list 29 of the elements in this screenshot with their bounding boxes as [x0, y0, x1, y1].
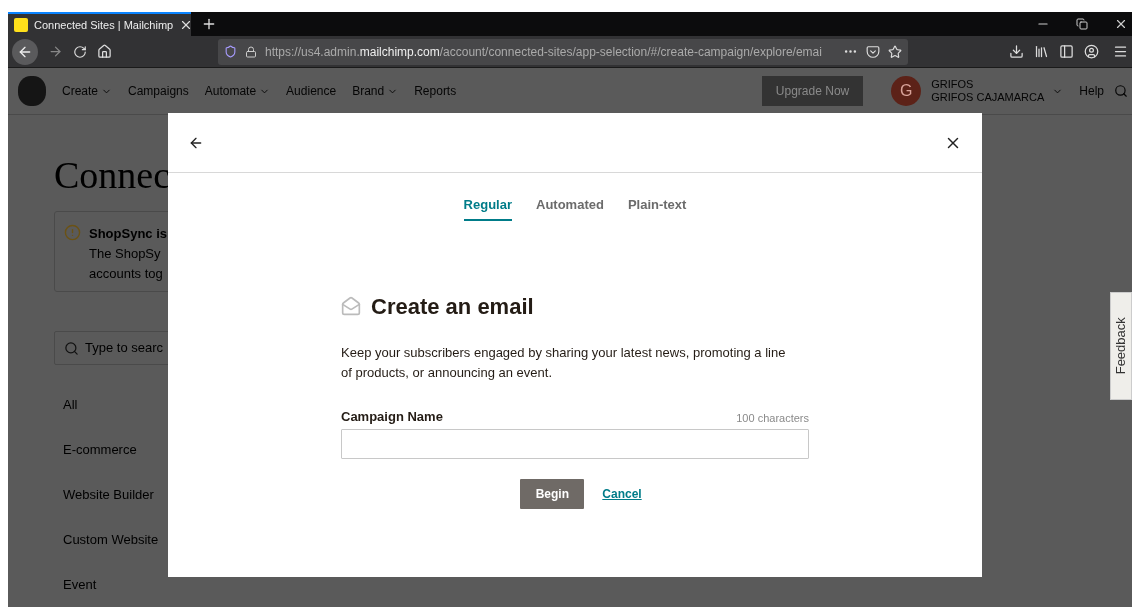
character-counter: 100 characters [736, 410, 809, 426]
nav-item[interactable]: Brand [352, 82, 385, 101]
nav-item[interactable]: Create [62, 82, 99, 101]
description-text: Keep your subscribers engaged by sharing your latest news, promoting a line of products, or announcing an event. [341, 343, 787, 382]
alert-title: ShopSync is [89, 225, 168, 243]
nav-item[interactable]: Campaigns [128, 82, 189, 101]
tab[interactable]: Regular [463, 195, 512, 221]
nav-item[interactable]: Audience [286, 82, 337, 101]
help-link[interactable]: Help [1079, 82, 1104, 101]
browser-tab[interactable]: Connected Sites | Mailchimp [8, 12, 191, 37]
tab[interactable]: Plain-text [627, 195, 687, 221]
page-title: Connec [54, 153, 172, 197]
begin-button[interactable]: Begin [520, 479, 585, 509]
modal-heading: Create an email [371, 292, 534, 321]
avatar[interactable]: G [891, 76, 922, 107]
field-label: Campaign Name [341, 407, 443, 426]
tab-title: Connected Sites | Mailchimp [34, 17, 174, 33]
account-name: GRIFOS [931, 78, 975, 92]
alert-text: accounts tog [89, 265, 164, 283]
nav-item[interactable]: Reports [414, 82, 457, 101]
upgrade-button[interactable]: Upgrade Now [761, 76, 864, 107]
address-bar[interactable]: https://us4.admin.mailchimp.com/account/connected-sites/app-selection/#/create-campaign/explore/emai [218, 38, 908, 65]
feedback-tab[interactable]: Feedback [1110, 292, 1132, 400]
url-text: https://us4.admin.mailchimp.com/account/connected-sites/app-selection/#/create-campaign/explore/emai [265, 43, 823, 61]
nav-item[interactable]: Automate [204, 82, 257, 101]
alert-text: The ShopSy [89, 245, 162, 263]
tab[interactable]: Automated [536, 195, 604, 221]
account-org: GRIFOS CAJAMARCA [931, 91, 1045, 105]
cancel-link[interactable]: Cancel [602, 485, 642, 503]
